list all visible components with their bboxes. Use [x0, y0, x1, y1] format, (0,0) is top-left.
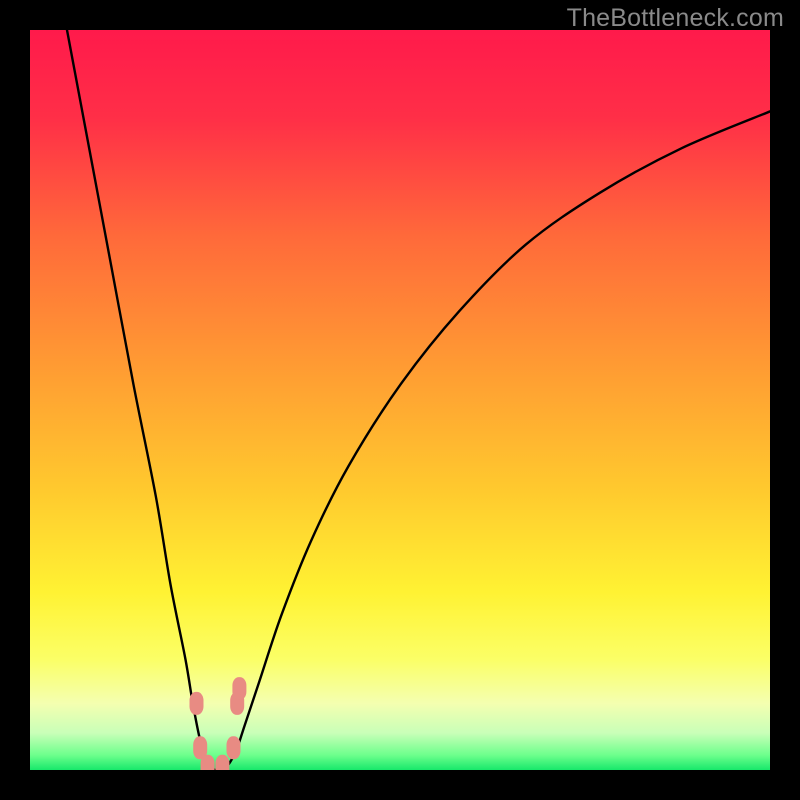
watermark-text: TheBottleneck.com	[567, 4, 784, 33]
chart-frame: TheBottleneck.com	[0, 0, 800, 800]
bottleneck-curve	[30, 30, 770, 770]
plot-area	[30, 30, 770, 770]
